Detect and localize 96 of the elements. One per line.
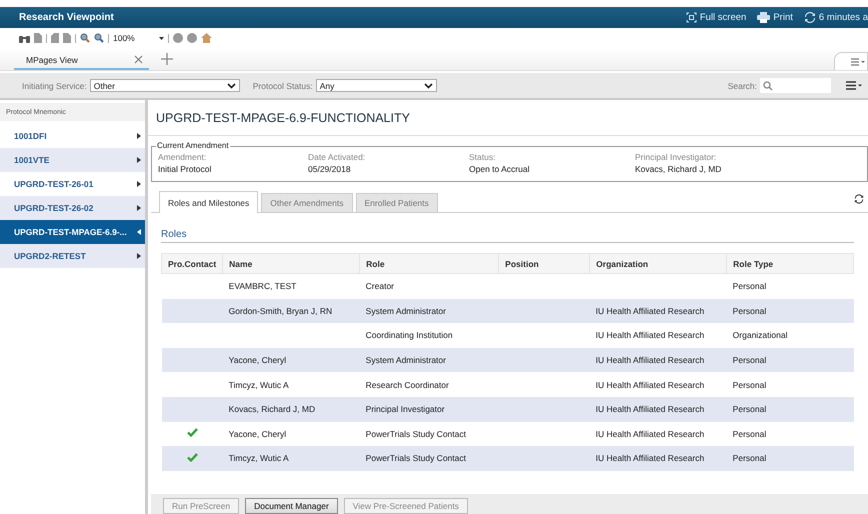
binoculars-icon[interactable]: [19, 34, 30, 42]
table-cell: IU Health Affiliated Research: [596, 306, 704, 316]
refresh-icon[interactable]: [804, 12, 816, 23]
section-tab[interactable]: Other Amendments: [261, 193, 352, 212]
field-label: Amendment:: [158, 152, 208, 162]
protocol-status-dropdown[interactable]: Any: [316, 79, 437, 92]
table-cell: Research Coordinator: [366, 380, 449, 390]
back-circle-icon[interactable]: [172, 33, 183, 43]
table-cell: IU Health Affiliated Research: [596, 355, 704, 366]
chevron-down-icon[interactable]: [424, 82, 433, 88]
tab-menu-button[interactable]: [834, 52, 868, 70]
protocol-title: UPGRD-TEST-MPAGE-6.9-FUNCTIONALITY: [148, 100, 868, 136]
field-label: Initiating Service:: [22, 80, 87, 90]
search-field[interactable]: [760, 78, 831, 93]
zoom-level[interactable]: 100%: [113, 33, 135, 43]
caret-icon: [137, 157, 141, 163]
field-label: Principal Investigator:: [635, 152, 718, 162]
section-heading: Roles: [161, 229, 854, 243]
field-label: Date Activated:: [308, 152, 366, 162]
table-cell: IU Health Affiliated Research: [596, 330, 704, 340]
table-cell: Personal: [732, 380, 766, 390]
table-cell: Coordinating Institution: [366, 330, 453, 340]
dropdown-caret-icon[interactable]: [158, 36, 164, 40]
page-back-icon[interactable]: [51, 33, 59, 43]
protocol-list-item[interactable]: UPGRD-TEST-26-02: [0, 196, 145, 220]
table-cell: IU Health Affiliated Research: [596, 380, 704, 390]
table-cell: System Administrator: [366, 306, 446, 316]
title-action-link[interactable]: 6 minutes a: [804, 12, 868, 23]
table-cell: IU Health Affiliated Research: [596, 404, 704, 414]
column-header[interactable]: Name: [222, 254, 360, 274]
refresh-icon[interactable]: [854, 194, 864, 204]
table-cell: PowerTrials Study Contact: [366, 453, 466, 464]
zoom-in-icon[interactable]: [94, 33, 104, 43]
table-cell: Timcyz, Wutic A: [228, 453, 289, 464]
table-cell: Principal Investigator: [366, 404, 445, 414]
table-cell: Personal: [732, 428, 766, 439]
zoom-out-icon[interactable]: [80, 33, 90, 43]
table-cell: Creator: [366, 281, 394, 292]
initiating-service-dropdown[interactable]: Other: [90, 79, 240, 92]
column-header[interactable]: Pro.Contact: [162, 254, 223, 274]
table-cell: System Administrator: [366, 355, 446, 366]
protocol-list-item[interactable]: 1001DFI: [0, 124, 145, 148]
close-icon[interactable]: [134, 55, 143, 64]
page-icon[interactable]: [34, 33, 42, 43]
forward-circle-icon[interactable]: [186, 33, 197, 43]
add-tab-icon[interactable]: [161, 53, 173, 65]
print-icon[interactable]: [757, 12, 770, 23]
title-action-link[interactable]: Full screen: [686, 12, 746, 23]
chevron-down-icon[interactable]: [226, 82, 236, 88]
table-cell: Personal: [732, 453, 766, 464]
page-forward-icon[interactable]: [63, 33, 71, 43]
protocol-list-item[interactable]: UPGRD-TEST-26-01: [0, 172, 145, 196]
table-cell: Organizational: [732, 330, 788, 340]
caret-icon: [137, 133, 141, 139]
search-icon: [763, 80, 773, 90]
protocol-list-item[interactable]: UPGRD-TEST-MPAGE-6.9-...: [0, 220, 145, 244]
section-tab[interactable]: Enrolled Patients: [356, 193, 438, 212]
menu-icon[interactable]: [846, 81, 862, 90]
table-cell: IU Health Affiliated Research: [596, 453, 704, 464]
caret-icon: [137, 253, 141, 259]
table-cell: PowerTrials Study Contact: [366, 428, 466, 439]
field-label: Search:: [728, 80, 757, 90]
field-value: Kovacs, Richard J, MD: [635, 164, 722, 174]
window-title: Research Viewpoint: [19, 12, 114, 23]
field-label: Protocol Status:: [252, 80, 313, 90]
action-button[interactable]: Document Manager: [245, 498, 338, 514]
table-cell: Personal: [732, 404, 766, 414]
caret-icon: [137, 229, 141, 235]
column-header[interactable]: Organization: [590, 254, 727, 274]
table-cell: Personal: [732, 355, 766, 366]
column-header[interactable]: Position: [498, 254, 590, 274]
table-cell: Kovacs, Richard J, MD: [228, 404, 316, 414]
field-value: Initial Protocol: [158, 164, 212, 174]
field-value: 05/29/2018: [308, 164, 352, 174]
table-cell: Gordon-Smith, Bryan J, RN: [228, 306, 332, 316]
caret-icon: [137, 181, 141, 187]
menu-icon[interactable]: [851, 58, 865, 66]
panel-legend: Current Amendment: [156, 141, 230, 150]
column-header[interactable]: Role Type: [726, 254, 854, 274]
table-cell: Personal: [732, 306, 766, 316]
protocol-list-item[interactable]: 1001VTE: [0, 148, 145, 172]
caret-icon: [137, 205, 141, 211]
field-value: Open to Accrual: [469, 164, 530, 174]
fullscreen-icon[interactable]: [686, 12, 697, 23]
table-cell: Personal: [732, 281, 766, 292]
table-cell: EVAMBRC, TEST: [228, 281, 296, 292]
column-header[interactable]: Role: [360, 254, 499, 274]
table-cell: Yacone, Cheryl: [228, 428, 286, 439]
title-action-link[interactable]: Print: [757, 12, 793, 23]
view-tab[interactable]: MPages View: [14, 51, 149, 70]
section-tab[interactable]: Roles and Milestones: [159, 191, 258, 213]
table-cell: IU Health Affiliated Research: [596, 428, 704, 439]
field-label: Status:: [469, 152, 496, 162]
table-cell: Timcyz, Wutic A: [228, 380, 289, 390]
protocol-list-item[interactable]: UPGRD2-RETEST: [0, 244, 145, 268]
table-cell: Yacone, Cheryl: [228, 355, 286, 366]
